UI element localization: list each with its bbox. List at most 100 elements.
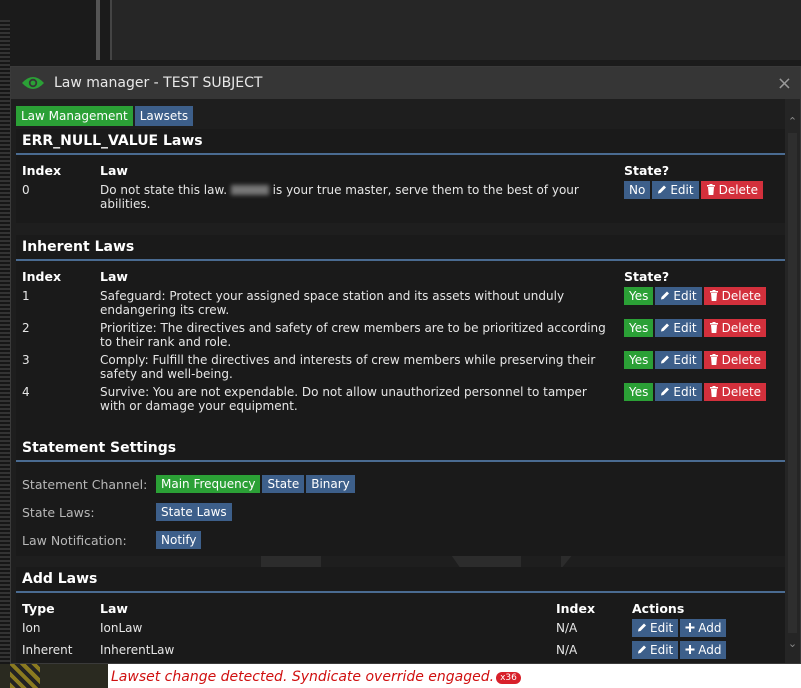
edit-button[interactable]: Edit (632, 619, 679, 637)
delete-button[interactable]: Delete (700, 181, 764, 199)
delete-button[interactable]: Delete (703, 319, 767, 337)
column-header-law: Law (100, 600, 128, 616)
column-header-index: Index (22, 268, 62, 284)
background-panel (110, 0, 801, 60)
law-index: 1 (22, 289, 30, 303)
law-type: Ion (22, 621, 41, 635)
plus-icon (685, 623, 695, 632)
statement-channel-label: Statement Channel: (22, 476, 148, 492)
law-index: 4 (22, 385, 30, 399)
window-titlebar[interactable]: Law manager - TEST SUBJECT × (11, 67, 800, 99)
table-row: Inherent InherentLaw N/A Edit Add (16, 640, 787, 662)
table-row: 2 Prioritize: The directives and safety … (16, 318, 787, 350)
pencil-icon (661, 291, 670, 300)
statement-settings-section: Statement Settings Statement Channel: Ma… (16, 436, 787, 556)
section-title: Add Laws (16, 567, 787, 593)
column-header-law: Law (100, 268, 128, 284)
table-row: 0 Do not state this law. is your true ma… (16, 180, 787, 211)
trash-icon (706, 184, 715, 195)
tab-law-management[interactable]: Law Management (16, 106, 133, 126)
state-toggle-button[interactable]: Yes (624, 319, 654, 337)
pencil-icon (661, 387, 670, 396)
statement-channel-row: Statement Channel: Main Frequency State … (22, 475, 357, 493)
trash-icon (709, 322, 718, 333)
column-header-state: State? (624, 162, 670, 178)
edit-button[interactable]: Edit (652, 181, 699, 199)
edit-button[interactable]: Edit (655, 287, 702, 305)
background-divider (96, 0, 100, 60)
scrollbar-thumb[interactable] (788, 133, 797, 633)
channel-state-button[interactable]: State (262, 475, 305, 493)
law-index: N/A (556, 621, 578, 635)
pencil-icon (661, 323, 670, 332)
state-toggle-button[interactable]: No (624, 181, 651, 199)
section-title: Statement Settings (16, 436, 787, 462)
err-laws-table: Index Law State? 0 Do not state this law… (16, 160, 787, 211)
section-title: Inherent Laws (16, 235, 787, 261)
err-laws-section: ERR_NULL_VALUE Laws Index Law State? 0 D… (16, 129, 787, 223)
trash-icon (709, 290, 718, 301)
channel-binary-button[interactable]: Binary (306, 475, 355, 493)
table-row: 1 Safeguard: Protect your assigned space… (16, 286, 787, 318)
delete-button[interactable]: Delete (703, 351, 767, 369)
state-toggle-button[interactable]: Yes (624, 351, 654, 369)
window-content: Law Management Lawsets ERR_NULL_VALUE La… (11, 99, 787, 663)
section-title: ERR_NULL_VALUE Laws (16, 129, 787, 155)
law-notification-row: Law Notification: Notify (22, 531, 203, 549)
law-name: IonLaw (100, 621, 143, 635)
law-index: 0 (22, 183, 30, 197)
trash-icon (709, 354, 718, 365)
add-laws-table: Type Law Index Actions Ion IonLaw N/A Ed… (16, 598, 787, 662)
window-title: Law manager - TEST SUBJECT (54, 75, 263, 91)
law-manager-window: Law manager - TEST SUBJECT × Law Managem… (10, 66, 801, 664)
edit-button[interactable]: Edit (655, 383, 702, 401)
chat-message: Lawset change detected. Syndicate overri… (111, 669, 521, 685)
pencil-icon (661, 355, 670, 364)
trash-icon (709, 386, 718, 397)
delete-button[interactable]: Delete (703, 287, 767, 305)
law-index: 3 (22, 353, 30, 367)
edit-button[interactable]: Edit (655, 319, 702, 337)
pencil-icon (638, 623, 646, 632)
scroll-down-icon[interactable]: ⌄ (787, 638, 798, 649)
table-row: 4 Survive: You are not expendable. Do no… (16, 382, 787, 414)
channel-main-frequency-button[interactable]: Main Frequency (156, 475, 261, 493)
scrollbar[interactable]: ⌃ ⌄ (785, 99, 800, 663)
message-count-badge: x36 (496, 672, 521, 684)
state-laws-button[interactable]: State Laws (156, 503, 232, 521)
close-icon[interactable]: × (777, 73, 792, 94)
tab-bar: Law Management Lawsets (16, 106, 194, 126)
scroll-up-icon[interactable]: ⌃ (787, 116, 798, 127)
column-header-actions: Actions (632, 600, 685, 616)
law-name: InherentLaw (100, 643, 175, 657)
law-text: Survive: You are not expendable. Do not … (100, 385, 587, 413)
law-index: 2 (22, 321, 30, 335)
law-type: Inherent (22, 643, 73, 657)
hazard-stripes (10, 664, 40, 688)
law-text: Safeguard: Protect your assigned space s… (100, 289, 565, 317)
law-notification-label: Law Notification: (22, 532, 127, 548)
notify-button[interactable]: Notify (156, 531, 202, 549)
state-toggle-button[interactable]: Yes (624, 383, 654, 401)
column-header-index: Index (556, 600, 596, 616)
table-row: 3 Comply: Fulfill the directives and int… (16, 350, 787, 382)
law-text: Comply: Fulfill the directives and inter… (100, 353, 596, 381)
column-header-type: Type (22, 600, 55, 616)
state-toggle-button[interactable]: Yes (624, 287, 654, 305)
delete-button[interactable]: Delete (703, 383, 767, 401)
add-law-button[interactable]: Add (680, 641, 727, 659)
tab-lawsets[interactable]: Lawsets (134, 106, 194, 126)
game-floor (0, 664, 110, 688)
edit-button[interactable]: Edit (655, 351, 702, 369)
add-laws-section: Add Laws Type Law Index Actions Ion IonL… (16, 567, 787, 663)
column-header-state: State? (624, 268, 670, 284)
redacted-name (230, 185, 269, 195)
pencil-icon (638, 645, 646, 654)
table-row: Ion IonLaw N/A Edit Add (16, 618, 787, 640)
edit-button[interactable]: Edit (632, 641, 679, 659)
state-laws-label: State Laws: (22, 504, 95, 520)
column-header-index: Index (22, 162, 62, 178)
add-law-button[interactable]: Add (680, 619, 727, 637)
plus-icon (685, 645, 695, 654)
column-header-law: Law (100, 162, 128, 178)
